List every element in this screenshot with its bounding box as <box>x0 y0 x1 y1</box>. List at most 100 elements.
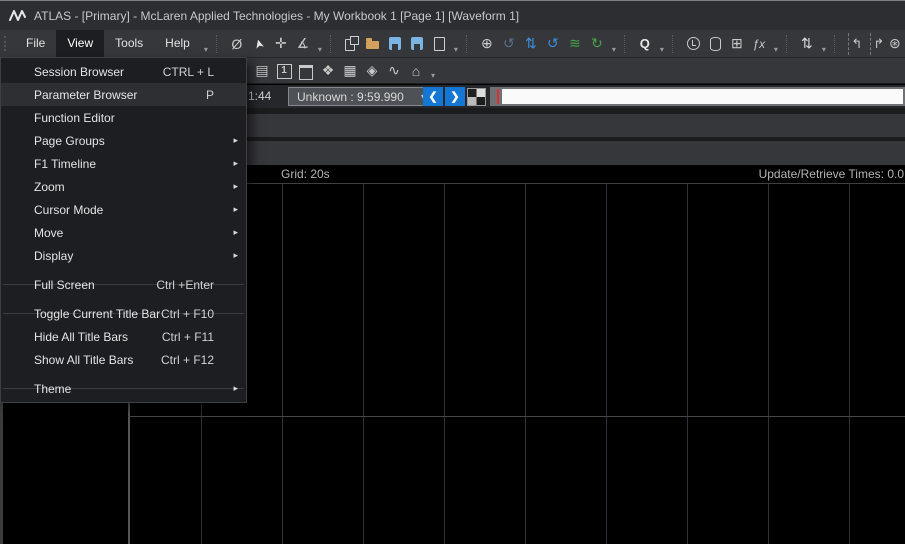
menu-item-label: Toggle Current Title Bar <box>34 306 161 321</box>
alarm-clock-icon[interactable] <box>683 33 703 55</box>
group-separator <box>785 34 792 53</box>
view-menu-item[interactable]: Zoom ▸ <box>1 175 246 198</box>
grid-line-vertical <box>768 184 769 544</box>
calendar-icon[interactable] <box>296 60 316 82</box>
data-grid-icon[interactable]: ▦ <box>340 60 360 82</box>
view-menu-item[interactable]: Display ▸ <box>1 244 246 267</box>
menu-item-shortcut: Ctrl + F10 <box>160 306 214 321</box>
submenu-arrow-icon: ▸ <box>233 135 238 145</box>
function-editor-icon[interactable]: ƒx <box>749 33 769 55</box>
move-points-icon[interactable]: ❖ <box>318 60 338 82</box>
view-menu-item[interactable]: Hide All Title Bars Ctrl + F11 <box>1 325 246 348</box>
menu-bar-item[interactable]: View <box>56 30 105 57</box>
menu-item-shortcut: CTRL + L <box>162 64 214 79</box>
overflow-arrow[interactable]: ▾ <box>609 41 619 57</box>
query-icon[interactable]: Q <box>635 33 655 55</box>
grid-line-vertical <box>687 184 688 544</box>
toolbar-grip[interactable] <box>4 36 9 51</box>
page-layout-icon[interactable] <box>467 88 486 106</box>
overflow-arrow[interactable]: ▾ <box>451 41 461 57</box>
undo-disabled-icon[interactable]: ↺ <box>499 33 519 55</box>
single-page-icon[interactable]: 1 <box>274 60 294 82</box>
database-icon[interactable] <box>705 33 725 55</box>
group-separator <box>465 34 472 53</box>
group-separator <box>215 34 222 53</box>
crosshair-cursor-icon[interactable]: ✛ <box>271 33 291 55</box>
submenu-arrow-icon: ▸ <box>233 158 238 168</box>
step-next-button[interactable]: ❯ <box>445 87 465 106</box>
hide-annotations-icon[interactable]: Ø <box>227 33 247 55</box>
submenu-arrow-icon: ▸ <box>233 227 238 237</box>
report-table-icon[interactable]: ⊞ <box>727 33 747 55</box>
grid-line-vertical <box>282 184 283 544</box>
menu-bar-item[interactable]: Tools <box>104 30 154 57</box>
atlas-logo-icon <box>9 9 26 22</box>
overflow-arrow[interactable]: ▾ <box>771 41 781 57</box>
group-separator <box>833 34 840 53</box>
angle-cursor-icon[interactable]: ∡ <box>293 33 313 55</box>
atlas-application-window: ATLAS - [Primary] - McLaren Applied Tech… <box>0 0 905 544</box>
view-menu-item[interactable]: Page Groups ▸ <box>1 129 246 152</box>
overflow-arrow[interactable]: ▾ <box>819 41 829 57</box>
paste-page-icon[interactable] <box>341 33 361 55</box>
menu-bar: File View Tools Help ▾ Ø ➤ ✛ ∡ ▾ ▾ ⊕ ↺ ⇅ ↺ ≋ ↻ ▾ Q ▾ ⊞ ƒx ▾ ⇅ ▾… <box>0 30 905 58</box>
jump-next-icon[interactable]: ↱ <box>869 32 887 55</box>
grid-scale-label: Grid: 20s <box>281 167 330 181</box>
timeline-extent-bar[interactable] <box>502 89 903 104</box>
view-menu-item[interactable]: Show All Title Bars Ctrl + F12 <box>1 348 246 371</box>
group-separator <box>623 34 630 53</box>
jump-previous-icon[interactable]: ↰ <box>847 32 865 55</box>
menu-item-label: Full Screen <box>34 277 95 292</box>
home-icon[interactable]: ⌂ <box>406 60 426 82</box>
group-separator <box>671 34 678 53</box>
zoom-in-icon[interactable]: ⊕ <box>477 33 497 55</box>
grid-line-vertical <box>525 184 526 544</box>
overflow-arrow[interactable]: ▾ <box>657 41 667 57</box>
title-bar[interactable]: ATLAS - [Primary] - McLaren Applied Tech… <box>0 1 905 30</box>
swap-vertical-icon[interactable]: ⇅ <box>521 33 541 55</box>
view-menu-item[interactable]: Session Browser CTRL + L <box>1 60 246 83</box>
save-all-icon[interactable] <box>407 33 427 55</box>
smoothing-waves-icon[interactable]: ≋ <box>565 33 585 55</box>
line-chart-icon[interactable]: ∿ <box>384 60 404 82</box>
menu-bar-item[interactable]: File <box>15 30 56 57</box>
open-folder-icon[interactable] <box>363 33 383 55</box>
view-menu-item[interactable]: Move ▸ <box>1 221 246 244</box>
submenu-arrow-icon: ▸ <box>233 181 238 191</box>
sort-updown-icon[interactable]: ⇅ <box>797 33 817 55</box>
menu-item-label: Hide All Title Bars <box>34 329 129 344</box>
session-time-label: Unknown : 9:59.990 <box>297 89 404 104</box>
clipboard-list-icon[interactable]: ▤ <box>252 60 272 82</box>
overflow-arrow[interactable]: ▾ <box>315 41 325 57</box>
view-menu-item[interactable]: Full Screen Ctrl +Enter <box>1 273 246 296</box>
menu-bar-item[interactable]: Help <box>154 30 201 57</box>
timeline-cursor[interactable] <box>497 89 499 104</box>
view-menu-item[interactable]: F1 Timeline ▸ <box>1 152 246 175</box>
view-menu-item[interactable]: Toggle Current Title Bar Ctrl + F10 <box>1 302 246 325</box>
gauge-icon[interactable]: ◈ <box>362 60 382 82</box>
menu-item-shortcut: Ctrl + F12 <box>160 352 214 367</box>
submenu-arrow-icon: ▸ <box>233 204 238 214</box>
view-menu-item[interactable]: Function Editor <box>1 106 246 129</box>
pointer-cursor-icon[interactable]: ➤ <box>246 31 272 56</box>
view-menu-dropdown: Session Browser CTRL + L Parameter Brows… <box>0 57 247 403</box>
save-icon[interactable] <box>385 33 405 55</box>
settings-gear-icon[interactable]: ⊛ <box>889 33 901 55</box>
view-menu-item[interactable]: Parameter Browser P <box>1 83 246 106</box>
undo-icon[interactable]: ↺ <box>543 33 563 55</box>
view-menu-item[interactable]: Theme ▸ <box>1 377 246 400</box>
view-menu-item[interactable]: Cursor Mode ▸ <box>1 198 246 221</box>
redo-icon[interactable]: ↻ <box>587 33 607 55</box>
session-time-dropdown[interactable]: Unknown : 9:59.990 ▾ <box>288 87 432 106</box>
timeline-scrubber-track[interactable] <box>490 87 905 106</box>
step-previous-button[interactable]: ❮ <box>423 87 443 106</box>
grid-line-vertical <box>606 184 607 544</box>
overflow-arrow[interactable]: ▾ <box>428 67 438 83</box>
menu-item-label: F1 Timeline <box>34 156 97 171</box>
waveform-lane-divider <box>128 416 905 417</box>
submenu-arrow-icon: ▸ <box>233 250 238 260</box>
menu-item-label: Theme <box>34 381 72 396</box>
menu-item-label: Show All Title Bars <box>34 352 134 367</box>
new-document-icon[interactable] <box>429 33 449 55</box>
overflow-arrow[interactable]: ▾ <box>201 41 211 57</box>
